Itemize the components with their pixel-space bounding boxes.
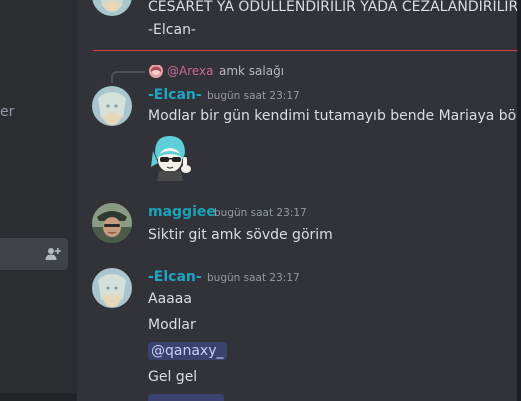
user-mention-partial[interactable] [148,394,224,401]
message-text: Modlar [148,317,196,333]
sidebar-bottom-strip [0,393,77,401]
reply-connector [111,71,145,83]
message-text: Siktir git amk sövde görim [148,227,333,243]
sticker-image[interactable] [149,133,195,181]
message-text: Aaaaa [148,291,192,307]
message-username[interactable]: maggiee [148,204,216,220]
sidebar-partial-text: er [0,104,15,120]
message-text: Gel gel [148,369,198,385]
channel-sidebar: er [0,0,77,401]
avatar[interactable] [92,86,132,126]
message-text: Modlar bir gün kendimi tutamayıb bende M… [148,108,521,124]
message-username[interactable]: -Elcan- [148,269,202,285]
new-messages-divider [93,50,521,51]
avatar[interactable] [92,203,132,243]
reply-avatar[interactable] [149,64,163,78]
user-mention[interactable]: @qanaxy_ [148,342,227,360]
add-user-icon[interactable] [45,246,61,262]
reply-text[interactable]: amk salağı [219,64,284,78]
message-timestamp: bugün saat 23:17 [207,272,300,284]
message-username[interactable]: -Elcan- [148,87,202,103]
avatar[interactable] [92,268,132,308]
chat-area: CESARET YA ODULLENDIRILIR YADA CEZALANDI… [77,0,521,401]
window-edge [517,0,521,401]
message-text: CESARET YA ODULLENDIRILIR YADA CEZALANDI… [148,0,519,15]
avatar[interactable] [92,0,132,16]
message-timestamp: bugün saat 23:17 [207,90,300,102]
reply-username[interactable]: @Arexa [167,64,214,78]
message-timestamp: bugün saat 23:17 [214,207,307,219]
sidebar-selected-row[interactable] [0,238,68,270]
message-text: -Elcan- [148,22,196,38]
